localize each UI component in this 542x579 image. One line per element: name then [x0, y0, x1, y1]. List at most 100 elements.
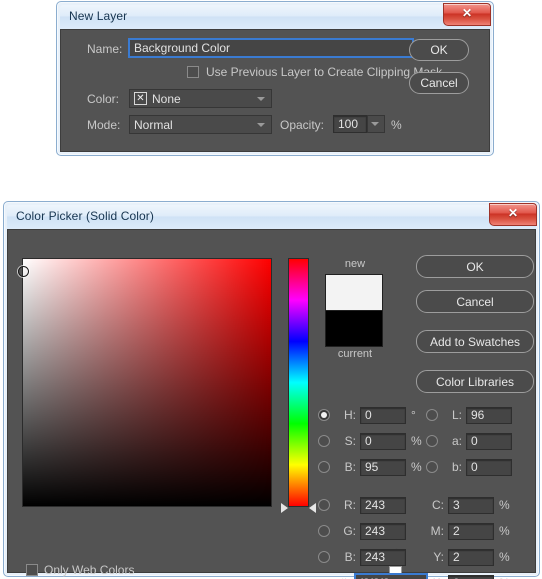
rgb-row-r: R: 243 [318, 496, 406, 514]
radio-g[interactable] [318, 525, 330, 537]
cmyk-row-c: C: 3 % [426, 496, 510, 514]
label-rgb-b: B: [344, 550, 356, 564]
chevron-down-icon [257, 96, 265, 101]
input-r[interactable]: 243 [360, 496, 406, 514]
value-g: 243 [365, 524, 386, 538]
value-m: 2 [453, 524, 460, 538]
value-r: 243 [365, 498, 386, 512]
hue-slider[interactable] [281, 258, 316, 513]
input-c[interactable]: 3 [448, 496, 494, 514]
new-layer-titlebar[interactable]: New Layer ✕ [60, 3, 491, 29]
label-r: R: [344, 498, 356, 512]
name-label: Name: [87, 42, 123, 56]
hue-slider-handle-right[interactable] [309, 503, 316, 513]
rgb-row-g: G: 243 [318, 522, 406, 540]
screenshot-stage: New Layer ✕ Name: Background Color Use P… [0, 0, 542, 579]
value-b: 95 [365, 460, 379, 474]
lab-row-l: L: 96 [426, 406, 512, 424]
x-box-icon: ✕ [134, 92, 147, 105]
mode-select[interactable]: Normal [129, 115, 272, 134]
color-picker-titlebar[interactable]: Color Picker (Solid Color) ✕ [7, 203, 537, 229]
sv-black-gradient [23, 259, 271, 506]
input-b[interactable]: 95 [360, 458, 406, 476]
only-web-colors-checkbox[interactable] [26, 564, 38, 576]
clipping-mask-checkbox[interactable] [187, 66, 199, 78]
radio-r[interactable] [318, 499, 330, 511]
ok-button[interactable]: OK [416, 255, 534, 278]
hue-slider-handle-left[interactable] [281, 503, 288, 513]
opacity-stepper[interactable] [367, 115, 385, 133]
cmyk-row-k: K: 0 % [426, 574, 510, 579]
opacity-unit: % [391, 118, 402, 132]
unit-s: % [411, 434, 422, 448]
value-s: 0 [365, 434, 372, 448]
clipping-mask-label: Use Previous Layer to Create Clipping Ma… [206, 65, 443, 79]
opacity-label: Opacity: [280, 118, 325, 132]
rgb-row-b: B: 243 [318, 548, 406, 566]
input-lab-b[interactable]: 0 [466, 458, 512, 476]
label-h: H: [344, 408, 356, 422]
unit-m: % [499, 524, 510, 538]
new-layer-body: Name: Background Color Use Previous Laye… [60, 29, 490, 152]
input-lab-l[interactable]: 96 [466, 406, 512, 424]
saturation-brightness-field[interactable] [17, 258, 272, 507]
ok-button[interactable]: OK [409, 39, 469, 61]
input-k[interactable]: 0 [448, 574, 494, 579]
add-to-swatches-button[interactable]: Add to Swatches [416, 330, 534, 353]
ok-button-label: OK [430, 43, 448, 57]
color-label: Color: [87, 92, 120, 106]
label-lab-a: a: [451, 434, 462, 448]
radio-lab-a[interactable] [426, 435, 438, 447]
value-lab-a: 0 [471, 434, 478, 448]
label-b: B: [344, 460, 356, 474]
radio-s[interactable] [318, 435, 330, 447]
color-select[interactable]: ✕ None [129, 89, 272, 108]
radio-b[interactable] [318, 461, 330, 473]
hex-row: # f3f3f3 [340, 574, 427, 579]
close-button[interactable]: ✕ [489, 203, 537, 226]
input-m[interactable]: 2 [448, 522, 494, 540]
radio-lab-l[interactable] [426, 409, 438, 421]
cancel-button-label: Cancel [420, 76, 458, 90]
value-lab-b: 0 [471, 460, 478, 474]
radio-rgb-b[interactable] [318, 551, 330, 563]
radio-lab-b[interactable] [426, 461, 438, 473]
label-c: C: [432, 498, 444, 512]
color-libraries-label: Color Libraries [435, 374, 515, 389]
opacity-input[interactable]: 100 [333, 115, 367, 133]
input-rgb-b[interactable]: 243 [360, 548, 406, 566]
input-y[interactable]: 2 [448, 548, 494, 566]
close-button[interactable]: ✕ [443, 3, 491, 26]
input-g[interactable]: 243 [360, 522, 406, 540]
current-color-swatch[interactable] [325, 310, 383, 347]
cancel-button-label: Cancel [456, 294, 494, 309]
layer-name-input[interactable]: Background Color [129, 39, 413, 57]
unit-c: % [499, 498, 510, 512]
new-color-swatch[interactable] [325, 274, 383, 311]
layer-name-value: Background Color [134, 41, 231, 55]
cancel-button[interactable]: Cancel [416, 290, 534, 313]
color-picker-title: Color Picker (Solid Color) [16, 209, 154, 223]
label-m: M: [430, 524, 444, 538]
cmyk-row-m: M: 2 % [426, 522, 510, 540]
hex-input[interactable]: f3f3f3 [354, 574, 427, 579]
new-layer-dialog: New Layer ✕ Name: Background Color Use P… [56, 1, 494, 156]
cancel-button[interactable]: Cancel [409, 72, 469, 94]
value-c: 3 [453, 498, 460, 512]
close-icon: ✕ [507, 206, 519, 220]
label-s: S: [344, 434, 356, 448]
ok-button-label: OK [466, 259, 484, 274]
label-lab-b: b: [451, 460, 462, 474]
radio-h[interactable] [318, 409, 330, 421]
mode-label: Mode: [87, 118, 121, 132]
input-s[interactable]: 0 [360, 432, 406, 450]
value-y: 2 [453, 550, 460, 564]
color-picker-dialog: Color Picker (Solid Color) ✕ new current [3, 201, 540, 579]
input-lab-a[interactable]: 0 [466, 432, 512, 450]
color-picker-body: new current OK Cancel Add to Swatches Co… [7, 229, 536, 579]
cmyk-row-y: Y: 2 % [426, 548, 510, 566]
hsb-row-s: S: 0 % [318, 432, 422, 450]
color-libraries-button[interactable]: Color Libraries [416, 370, 534, 393]
input-h[interactable]: 0 [360, 406, 406, 424]
hsb-row-h: H: 0 ° [318, 406, 416, 424]
